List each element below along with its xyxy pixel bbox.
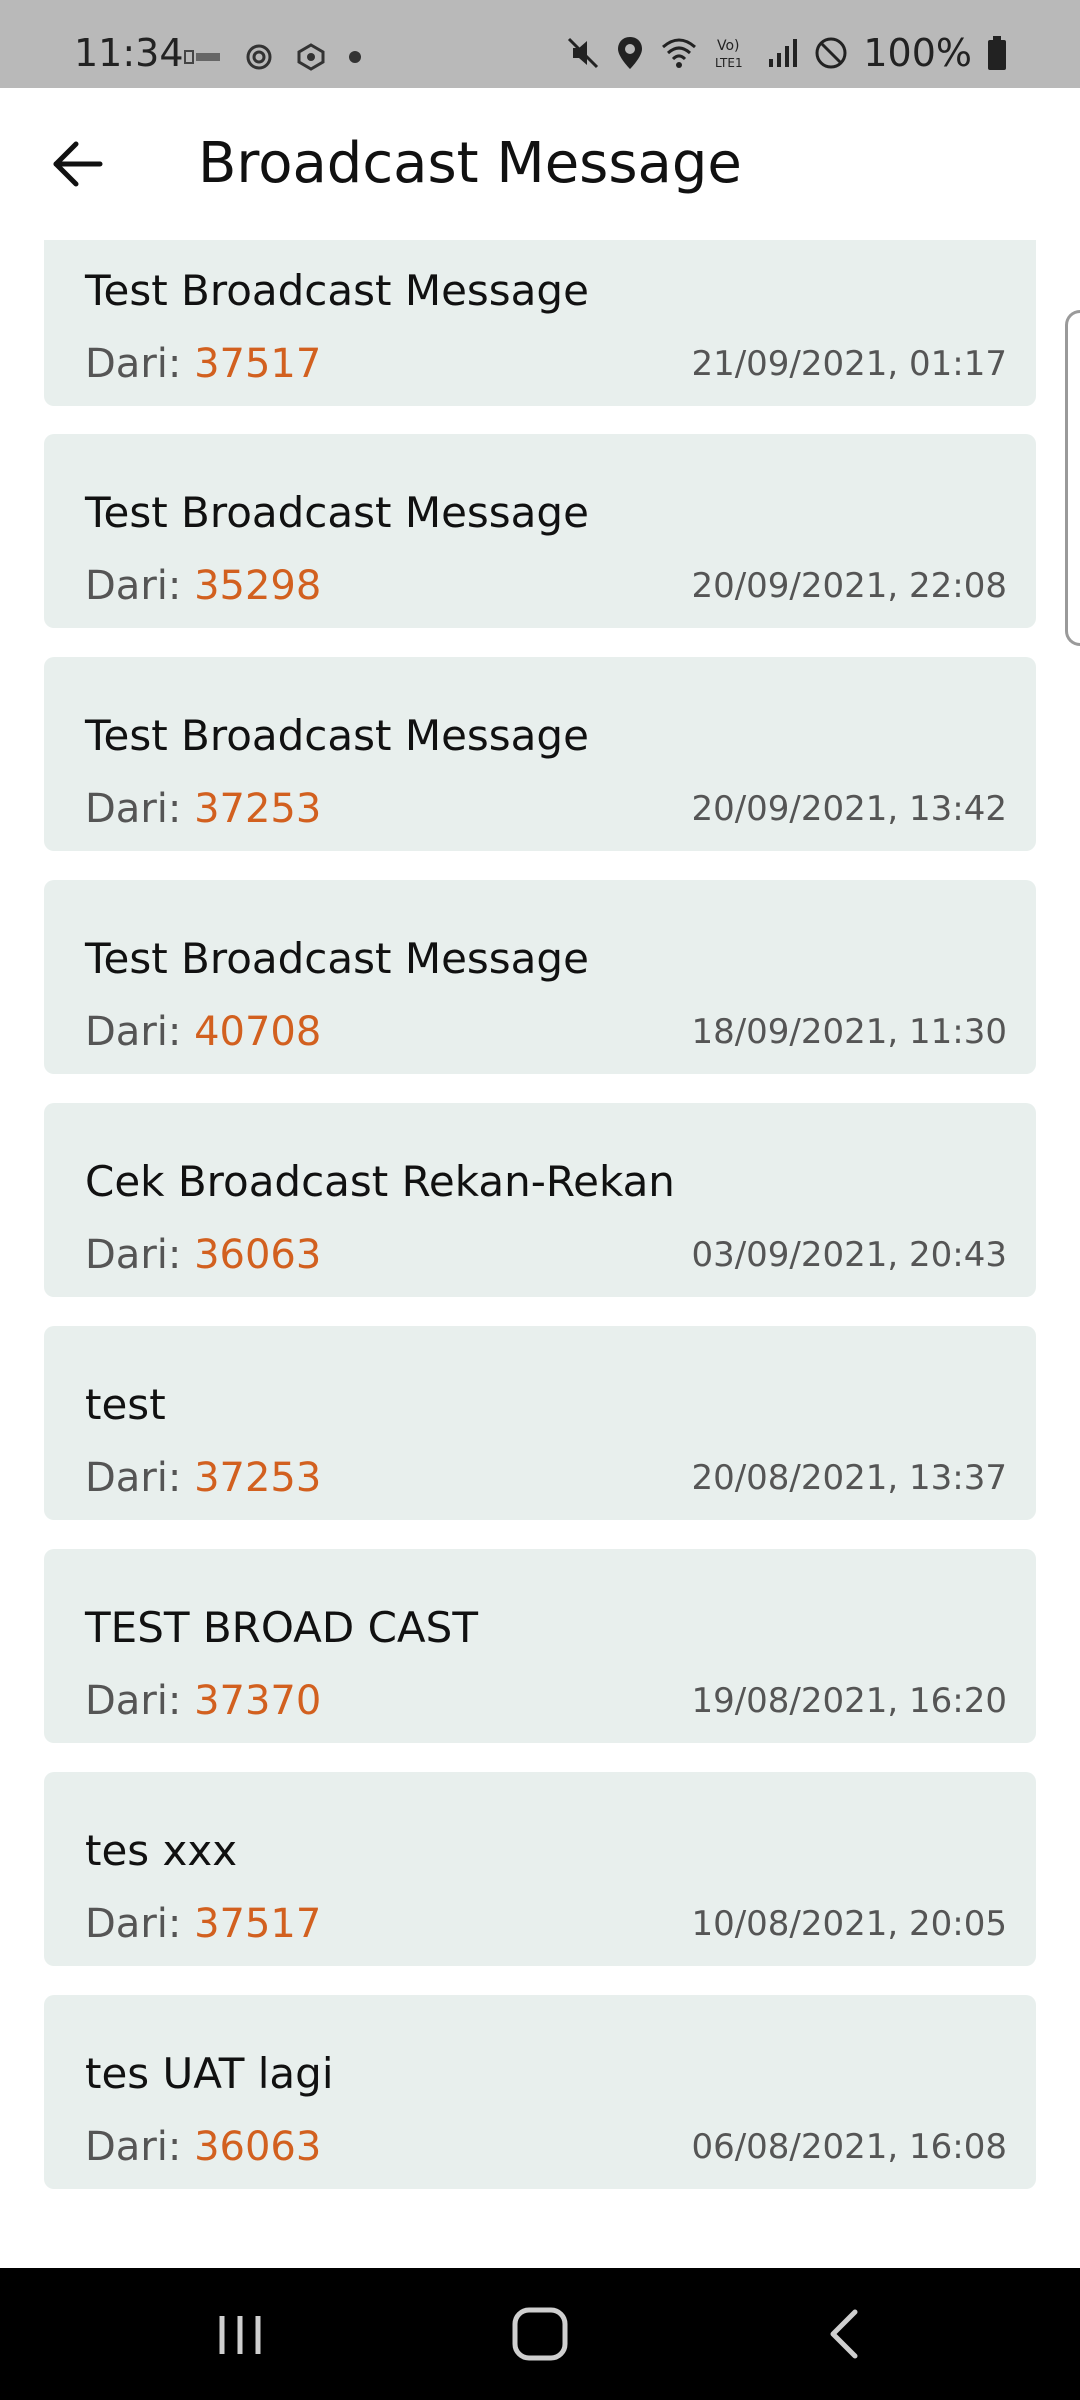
location-icon — [618, 37, 643, 69]
message-list[interactable]: Test Broadcast Message Dari: 37517 21/09… — [0, 240, 1080, 2268]
message-title: Test Broadcast Message — [85, 711, 589, 760]
message-title: Cek Broadcast Rekan-Rekan — [85, 1157, 675, 1206]
status-time: 11:34 — [74, 31, 184, 75]
app-icon — [297, 43, 325, 71]
message-sender: Dari: 37517 — [85, 1902, 321, 1946]
sender-id: 35298 — [194, 563, 322, 609]
message-card[interactable]: Test Broadcast Message Dari: 37253 20/09… — [44, 657, 1036, 851]
scrollbar-handle[interactable] — [1065, 310, 1080, 646]
message-datetime: 20/09/2021, 22:08 — [691, 566, 1007, 606]
message-card[interactable]: Test Broadcast Message Dari: 37517 21/09… — [44, 240, 1036, 406]
block-icon — [815, 37, 847, 69]
system-nav-bar — [0, 2268, 1080, 2400]
message-title: tes UAT lagi — [85, 2049, 334, 2098]
message-datetime: 03/09/2021, 20:43 — [691, 1235, 1007, 1275]
message-card[interactable]: Cek Broadcast Rekan-Rekan Dari: 36063 03… — [44, 1103, 1036, 1297]
message-sender: Dari: 36063 — [85, 1233, 321, 1277]
message-datetime: 20/09/2021, 13:42 — [691, 789, 1007, 829]
home-icon[interactable] — [500, 2298, 580, 2370]
message-datetime: 21/09/2021, 01:17 — [691, 344, 1007, 384]
sender-id: 40708 — [194, 1009, 322, 1055]
back-icon[interactable] — [805, 2298, 885, 2370]
sender-label: Dari: — [85, 786, 195, 832]
sender-label: Dari: — [85, 1232, 195, 1278]
sender-id: 37253 — [194, 786, 322, 832]
message-sender: Dari: 37253 — [85, 1456, 321, 1500]
message-card[interactable]: test Dari: 37253 20/08/2021, 13:37 — [44, 1326, 1036, 1520]
svg-text:Vo): Vo) — [717, 38, 740, 54]
signal-icon — [769, 39, 798, 67]
message-sender: Dari: 36063 — [85, 2125, 321, 2169]
sender-label: Dari: — [85, 1901, 195, 1947]
message-datetime: 06/08/2021, 16:08 — [691, 2127, 1007, 2167]
message-card[interactable]: TEST BROAD CAST Dari: 37370 19/08/2021, … — [44, 1549, 1036, 1743]
sender-label: Dari: — [85, 1009, 195, 1055]
message-sender: Dari: 40708 — [85, 1010, 321, 1054]
message-datetime: 20/08/2021, 13:37 — [691, 1458, 1007, 1498]
message-card[interactable]: tes xxx Dari: 37517 10/08/2021, 20:05 — [44, 1772, 1036, 1966]
app-bar: Broadcast Message — [0, 88, 1080, 240]
message-title: Test Broadcast Message — [85, 266, 589, 315]
message-sender: Dari: 37517 — [85, 342, 321, 386]
volte-icon: Vo) LTE1 — [715, 38, 743, 70]
message-sender: Dari: 37253 — [85, 787, 321, 831]
settings-icon — [246, 44, 272, 70]
sender-label: Dari: — [85, 563, 195, 609]
sender-label: Dari: — [85, 1678, 195, 1724]
message-title: Test Broadcast Message — [85, 488, 589, 537]
status-left-icons — [184, 42, 362, 72]
status-right-icons: Vo) LTE1 100% — [565, 34, 1008, 72]
status-bar: 11:34 Vo) LTE1 100% — [0, 0, 1080, 88]
message-sender: Dari: 37370 — [85, 1679, 321, 1723]
message-card[interactable]: Test Broadcast Message Dari: 40708 18/09… — [44, 880, 1036, 1074]
page-title: Broadcast Message — [198, 131, 742, 196]
message-title: test — [85, 1380, 166, 1429]
sender-label: Dari: — [85, 1455, 195, 1501]
battery-percent: 100% — [863, 31, 972, 75]
message-title: TEST BROAD CAST — [85, 1603, 478, 1652]
dot-icon — [349, 51, 361, 63]
bni-icon — [184, 50, 220, 64]
sender-id: 37517 — [194, 1901, 322, 1947]
sender-id: 36063 — [194, 1232, 322, 1278]
message-card[interactable]: tes UAT lagi Dari: 36063 06/08/2021, 16:… — [44, 1995, 1036, 2189]
message-datetime: 18/09/2021, 11:30 — [691, 1012, 1007, 1052]
sender-id: 37370 — [194, 1678, 322, 1724]
message-datetime: 10/08/2021, 20:05 — [691, 1904, 1007, 1944]
recent-apps-icon[interactable] — [200, 2298, 280, 2370]
message-sender: Dari: 35298 — [85, 564, 321, 608]
sender-id: 37253 — [194, 1455, 322, 1501]
message-title: Test Broadcast Message — [85, 934, 589, 983]
message-card[interactable]: Test Broadcast Message Dari: 35298 20/09… — [44, 434, 1036, 628]
arrow-left-icon[interactable] — [46, 132, 110, 196]
sender-id: 37517 — [194, 341, 322, 387]
battery-icon — [988, 36, 1006, 70]
mute-icon — [568, 37, 599, 69]
sender-label: Dari: — [85, 2124, 195, 2170]
wifi-icon — [662, 38, 697, 68]
sender-id: 36063 — [194, 2124, 322, 2170]
svg-text:LTE1: LTE1 — [715, 56, 743, 70]
sender-label: Dari: — [85, 341, 195, 387]
message-datetime: 19/08/2021, 16:20 — [691, 1681, 1007, 1721]
message-title: tes xxx — [85, 1826, 238, 1875]
